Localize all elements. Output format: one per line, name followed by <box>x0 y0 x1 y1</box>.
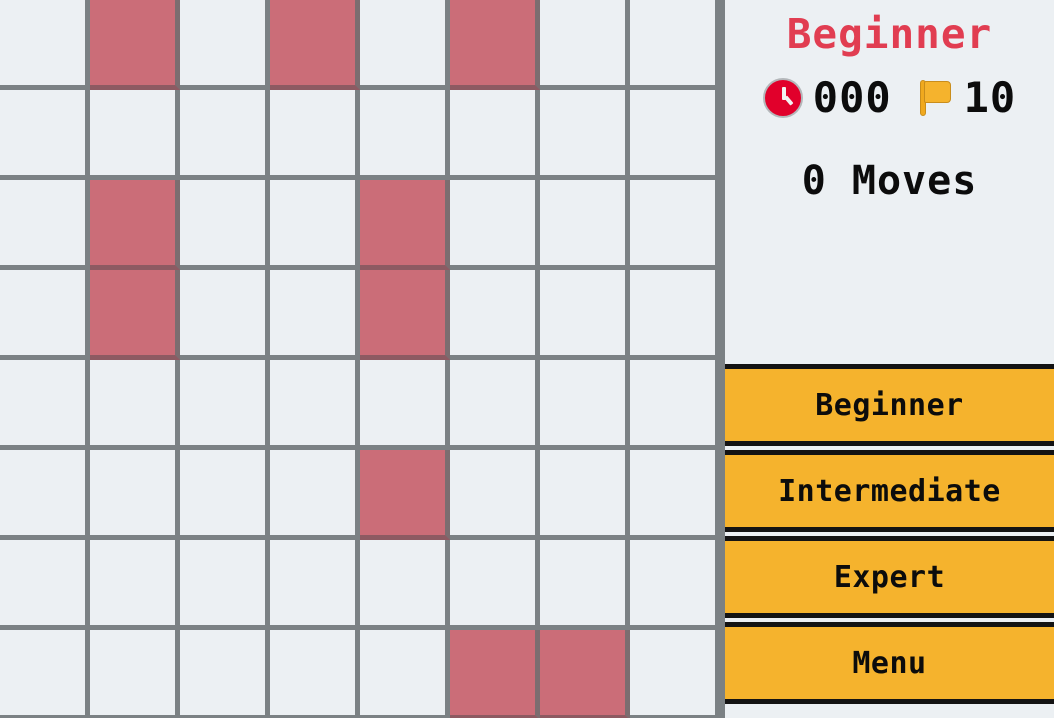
grid-cell[interactable] <box>540 270 630 360</box>
board-container <box>0 0 719 718</box>
grid-cell[interactable] <box>270 90 360 180</box>
grid-cell[interactable] <box>180 360 270 450</box>
grid-cell[interactable] <box>360 540 450 630</box>
flag-banner <box>923 81 951 103</box>
side-panel: Beginner 000 10 0 Moves Beginner Intermed… <box>725 0 1054 718</box>
grid-cell[interactable] <box>0 360 90 450</box>
grid-cell[interactable] <box>90 360 180 450</box>
grid-cell[interactable] <box>630 360 719 450</box>
mine-cell[interactable] <box>540 630 630 718</box>
button-group: Beginner Intermediate Expert Menu <box>725 360 1054 718</box>
grid-cell[interactable] <box>180 90 270 180</box>
grid-cell[interactable] <box>0 540 90 630</box>
mine-cell[interactable] <box>360 450 450 540</box>
flag-icon <box>918 78 954 118</box>
grid-cell[interactable] <box>450 180 540 270</box>
grid-cell[interactable] <box>180 180 270 270</box>
grid-cell[interactable] <box>540 90 630 180</box>
minesweeper-app: Beginner 000 10 0 Moves Beginner Intermed… <box>0 0 1054 718</box>
grid-cell[interactable] <box>540 180 630 270</box>
grid-cell[interactable] <box>270 270 360 360</box>
mine-grid[interactable] <box>0 0 719 718</box>
grid-cell[interactable] <box>360 0 450 90</box>
difficulty-beginner-button[interactable]: Beginner <box>725 364 1054 446</box>
grid-cell[interactable] <box>0 270 90 360</box>
grid-cell[interactable] <box>540 360 630 450</box>
grid-cell[interactable] <box>180 630 270 718</box>
grid-cell[interactable] <box>0 90 90 180</box>
menu-button[interactable]: Menu <box>725 622 1054 704</box>
grid-cell[interactable] <box>360 630 450 718</box>
grid-cell[interactable] <box>0 630 90 718</box>
mine-cell[interactable] <box>360 180 450 270</box>
moves-counter: 0 Moves <box>801 158 978 204</box>
grid-cell[interactable] <box>0 0 90 90</box>
grid-cell[interactable] <box>360 90 450 180</box>
status-panel: Beginner 000 10 0 Moves <box>725 0 1054 360</box>
difficulty-expert-button[interactable]: Expert <box>725 536 1054 618</box>
grid-cell[interactable] <box>360 360 450 450</box>
mine-cell[interactable] <box>90 0 180 90</box>
grid-cell[interactable] <box>90 630 180 718</box>
grid-cell[interactable] <box>630 450 719 540</box>
grid-cell[interactable] <box>270 630 360 718</box>
grid-cell[interactable] <box>90 540 180 630</box>
grid-cell[interactable] <box>270 450 360 540</box>
grid-cell[interactable] <box>0 180 90 270</box>
grid-cell[interactable] <box>630 180 719 270</box>
timer-value: 000 <box>812 73 892 122</box>
flag-count-value: 10 <box>963 73 1017 122</box>
grid-cell[interactable] <box>270 360 360 450</box>
grid-cell[interactable] <box>450 360 540 450</box>
grid-cell[interactable] <box>630 270 719 360</box>
grid-cell[interactable] <box>630 0 719 90</box>
grid-cell[interactable] <box>450 90 540 180</box>
grid-cell[interactable] <box>90 90 180 180</box>
mine-cell[interactable] <box>450 630 540 718</box>
grid-cell[interactable] <box>450 540 540 630</box>
mine-cell[interactable] <box>90 180 180 270</box>
grid-cell[interactable] <box>180 450 270 540</box>
grid-cell[interactable] <box>180 270 270 360</box>
grid-cell[interactable] <box>180 540 270 630</box>
grid-cell[interactable] <box>630 90 719 180</box>
grid-cell[interactable] <box>90 450 180 540</box>
mine-cell[interactable] <box>360 270 450 360</box>
grid-cell[interactable] <box>180 0 270 90</box>
clock-icon <box>762 78 803 118</box>
grid-cell[interactable] <box>0 450 90 540</box>
difficulty-intermediate-button[interactable]: Intermediate <box>725 450 1054 532</box>
mine-cell[interactable] <box>270 0 360 90</box>
grid-cell[interactable] <box>540 450 630 540</box>
grid-cell[interactable] <box>540 0 630 90</box>
grid-cell[interactable] <box>270 180 360 270</box>
grid-cell[interactable] <box>450 270 540 360</box>
mine-cell[interactable] <box>450 0 540 90</box>
grid-cell[interactable] <box>540 540 630 630</box>
grid-cell[interactable] <box>450 450 540 540</box>
grid-cell[interactable] <box>630 540 719 630</box>
mine-cell[interactable] <box>90 270 180 360</box>
grid-cell[interactable] <box>270 540 360 630</box>
grid-cell[interactable] <box>630 630 719 718</box>
status-row: 000 10 <box>725 77 1054 119</box>
page-title: Beginner <box>786 10 993 58</box>
